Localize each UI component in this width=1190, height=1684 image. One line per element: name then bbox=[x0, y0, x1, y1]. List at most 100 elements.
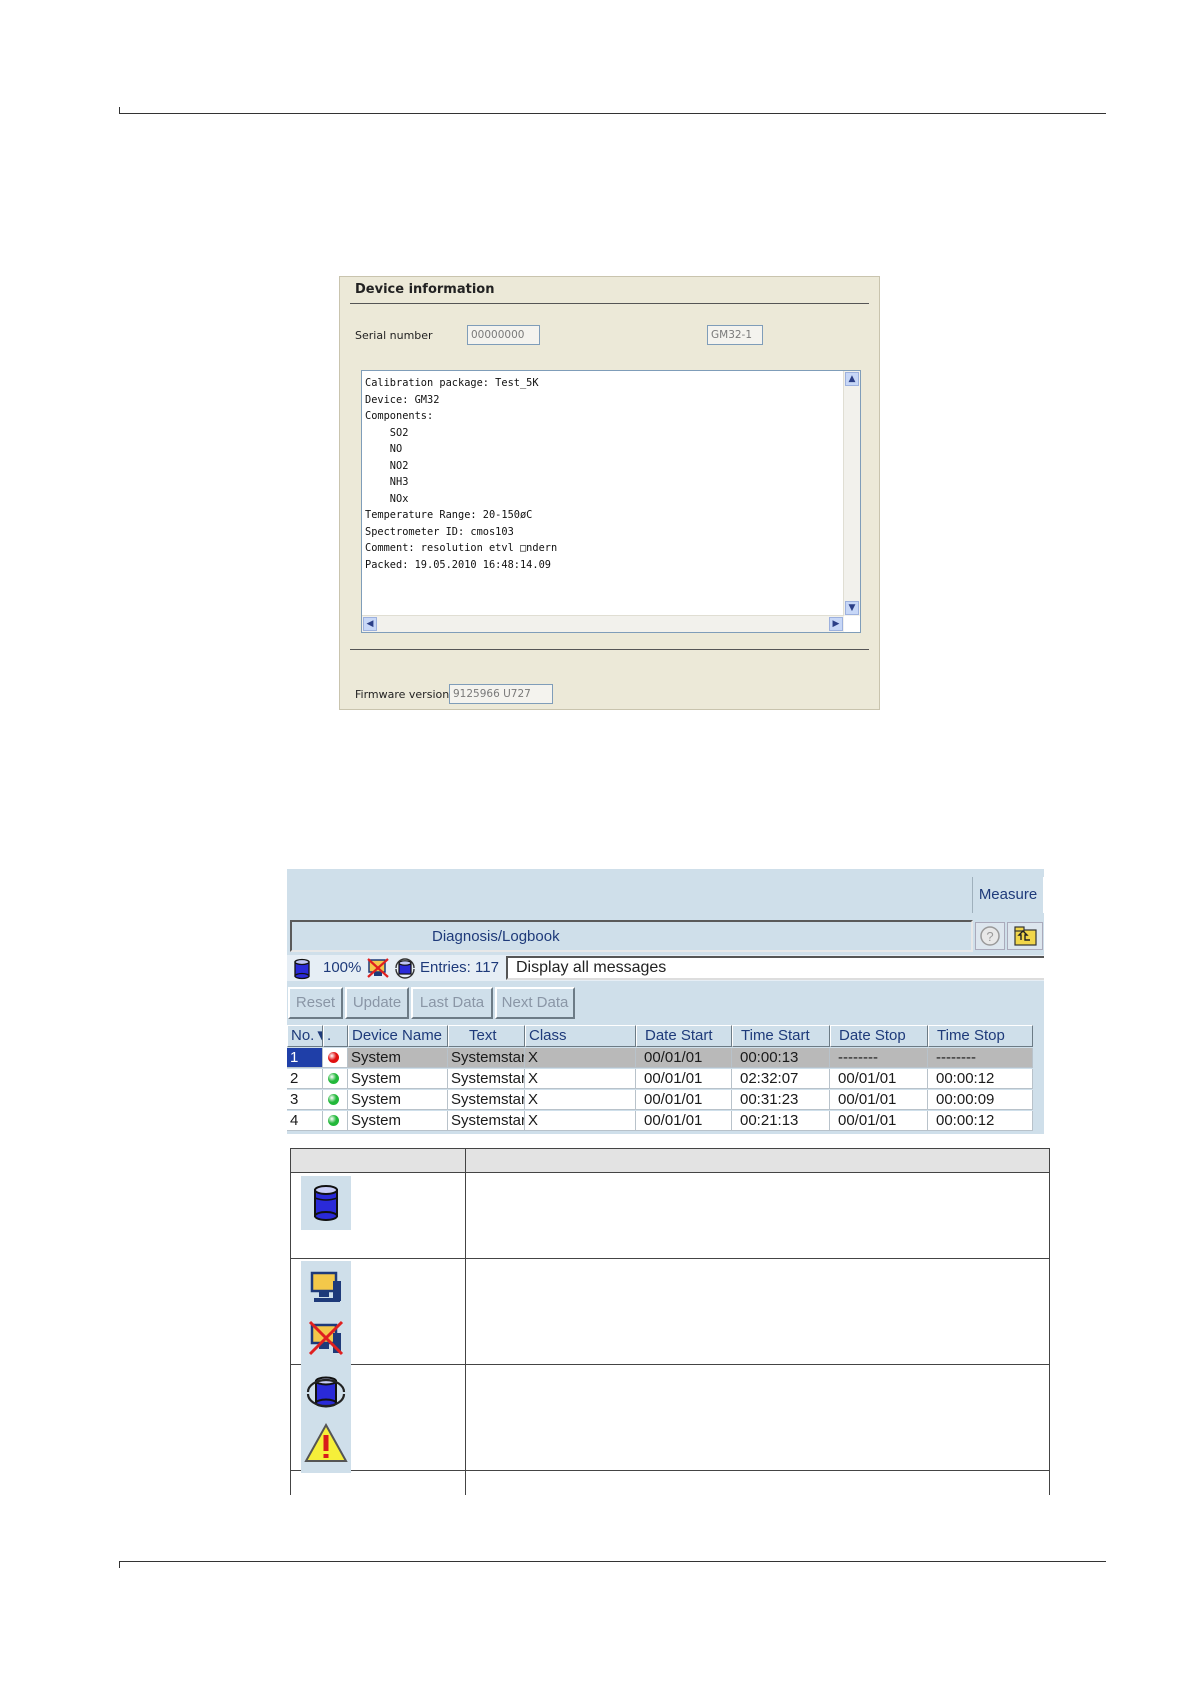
calibration-info-line: NO bbox=[365, 443, 403, 455]
database-icon bbox=[294, 958, 310, 980]
menu-title: Diagnosis/Logbook bbox=[432, 928, 560, 945]
calibration-info-line: Comment: resolution etvl □ndern bbox=[365, 542, 558, 554]
firmware-version-field[interactable]: 9125966 U727 bbox=[449, 684, 553, 704]
column-header-date-stop[interactable]: Date Stop bbox=[830, 1025, 928, 1047]
cell-class: X bbox=[525, 1048, 636, 1068]
entries-count: Entries: 117 bbox=[420, 959, 499, 976]
cell-text: Systemstart bbox=[448, 1048, 525, 1068]
database-icon bbox=[314, 1185, 338, 1221]
monitor-disconnected-icon bbox=[367, 958, 389, 978]
calibration-info-line: Components: bbox=[365, 410, 434, 422]
row-divider bbox=[291, 1470, 1049, 1471]
device-information-panel: Device information Serial number 0000000… bbox=[339, 276, 880, 710]
row-divider bbox=[291, 1258, 1049, 1259]
cell-device-name: System bbox=[348, 1111, 448, 1131]
footer-rule-tick bbox=[119, 1561, 120, 1568]
calibration-info-line: NO2 bbox=[365, 459, 409, 472]
cell-date-stop: -------- bbox=[830, 1048, 928, 1068]
cell-status bbox=[323, 1048, 348, 1068]
table-row[interactable]: 3 System Systemstart X 00/01/01 00:31:23 00/01… bbox=[287, 1090, 1044, 1110]
monitor-disconnected-icon bbox=[308, 1320, 344, 1356]
horizontal-scrollbar[interactable]: ◀ ▶ bbox=[362, 615, 844, 632]
scroll-left-icon[interactable]: ◀ bbox=[363, 617, 377, 631]
device-information-title: Device information bbox=[355, 282, 495, 297]
vertical-scrollbar[interactable]: ▲ ▼ bbox=[843, 371, 860, 616]
cell-no: 4 bbox=[287, 1111, 323, 1131]
scroll-down-icon[interactable]: ▼ bbox=[845, 601, 859, 615]
cell-status bbox=[323, 1090, 348, 1110]
calibration-info-line: SO2 bbox=[365, 426, 409, 439]
cell-time-stop: 00:00:09 bbox=[928, 1090, 1033, 1110]
database-sync-icon-tile bbox=[301, 1367, 351, 1421]
calibration-info-line: Temperature Range: 20-150øC bbox=[365, 509, 533, 521]
cell-device-name: System bbox=[348, 1048, 448, 1068]
measure-tab[interactable]: Measure bbox=[972, 877, 1044, 913]
last-data-button[interactable]: Last Data bbox=[411, 987, 493, 1019]
folder-up-button[interactable] bbox=[1007, 922, 1043, 950]
database-icon-tile bbox=[301, 1176, 351, 1230]
table-row[interactable]: 4 System Systemstart X 00/01/01 00:21:13 00/01… bbox=[287, 1111, 1044, 1131]
cell-time-stop: 00:00:12 bbox=[928, 1111, 1033, 1131]
column-header-no[interactable]: No.▼ bbox=[287, 1025, 323, 1047]
cell-text: Systemstart bbox=[448, 1069, 525, 1089]
monitor-connected-icon bbox=[310, 1271, 341, 1302]
table-row[interactable]: 2 System Systemstart X 00/01/01 02:32:07 00/01… bbox=[287, 1069, 1044, 1089]
status-dot-icon bbox=[328, 1073, 339, 1084]
firmware-version-label: Firmware version bbox=[355, 688, 450, 701]
cell-time-start: 00:31:23 bbox=[732, 1090, 830, 1110]
cell-date-stop: 00/01/01 bbox=[830, 1090, 928, 1110]
column-header-date-start[interactable]: Date Start bbox=[636, 1025, 732, 1047]
cell-time-stop: 00:00:12 bbox=[928, 1069, 1033, 1089]
calibration-info-line: NH3 bbox=[365, 476, 409, 488]
monitor-disconnected-icon-tile bbox=[301, 1313, 351, 1367]
cell-date-start: 00/01/01 bbox=[636, 1090, 732, 1110]
cell-time-start: 00:21:13 bbox=[732, 1111, 830, 1131]
header-rule-tick bbox=[119, 107, 120, 114]
calibration-info-line: Device: GM32 bbox=[365, 393, 440, 406]
serial-number-label: Serial number bbox=[355, 329, 433, 342]
database-sync-icon bbox=[395, 958, 415, 979]
column-header-status[interactable]: . bbox=[323, 1025, 348, 1047]
message-filter-select[interactable]: Display all messages bbox=[506, 956, 1044, 980]
status-dot-icon bbox=[328, 1052, 339, 1063]
calibration-info-line: Packed: 19.05.2010 16:48:14.09 bbox=[365, 558, 551, 571]
cell-time-start: 00:00:13 bbox=[732, 1048, 830, 1068]
cell-class: X bbox=[525, 1090, 636, 1110]
scroll-up-icon[interactable]: ▲ bbox=[845, 372, 859, 386]
database-sync-icon bbox=[306, 1376, 346, 1408]
column-header-time-stop[interactable]: Time Stop bbox=[928, 1025, 1033, 1047]
cell-text: Systemstart bbox=[448, 1090, 525, 1110]
cell-class: X bbox=[525, 1069, 636, 1089]
header-rule bbox=[119, 113, 1106, 114]
column-header-device-name[interactable]: Device Name bbox=[348, 1025, 448, 1047]
column-header-class[interactable]: Class bbox=[525, 1025, 636, 1047]
update-button[interactable]: Update bbox=[345, 987, 409, 1019]
help-icon: ? bbox=[980, 926, 1000, 946]
column-header-text[interactable]: Text bbox=[448, 1025, 525, 1047]
scroll-right-icon[interactable]: ▶ bbox=[829, 617, 843, 631]
calibration-info-textarea[interactable]: Calibration package: Test_5K Device: GM32… bbox=[361, 370, 861, 633]
column-header-time-start[interactable]: Time Start bbox=[732, 1025, 830, 1047]
device-name-field[interactable]: GM32-1 bbox=[707, 325, 763, 345]
table-row[interactable]: 1 System Systemstart X 00/01/01 00:00:13 -----… bbox=[287, 1048, 1044, 1068]
cell-date-stop: 00/01/01 bbox=[830, 1111, 928, 1131]
column-divider bbox=[465, 1149, 466, 1495]
cell-class: X bbox=[525, 1111, 636, 1131]
serial-number-field[interactable]: 00000000 bbox=[467, 325, 540, 345]
cell-no: 3 bbox=[287, 1090, 323, 1110]
symbol-table bbox=[290, 1148, 1050, 1495]
menu-title-bar[interactable]: Diagnosis/Logbook bbox=[290, 920, 973, 952]
cell-status bbox=[323, 1111, 348, 1131]
monitor-connected-icon-tile bbox=[301, 1261, 351, 1315]
title-separator bbox=[350, 303, 869, 304]
help-button[interactable]: ? bbox=[975, 922, 1005, 950]
warning-icon bbox=[304, 1422, 348, 1462]
calibration-info-line: Calibration package: Test_5K bbox=[365, 377, 539, 389]
row-divider bbox=[291, 1364, 1049, 1365]
next-data-button[interactable]: Next Data bbox=[495, 987, 575, 1019]
calibration-info-line: NOx bbox=[365, 492, 409, 505]
logbook-window: Measure Diagnosis/Logbook ? 100% Entries… bbox=[287, 869, 1044, 1134]
reset-button[interactable]: Reset bbox=[288, 987, 343, 1019]
status-bar: 100% Entries: 117 Display all messages bbox=[287, 955, 1044, 981]
cell-device-name: System bbox=[348, 1069, 448, 1089]
